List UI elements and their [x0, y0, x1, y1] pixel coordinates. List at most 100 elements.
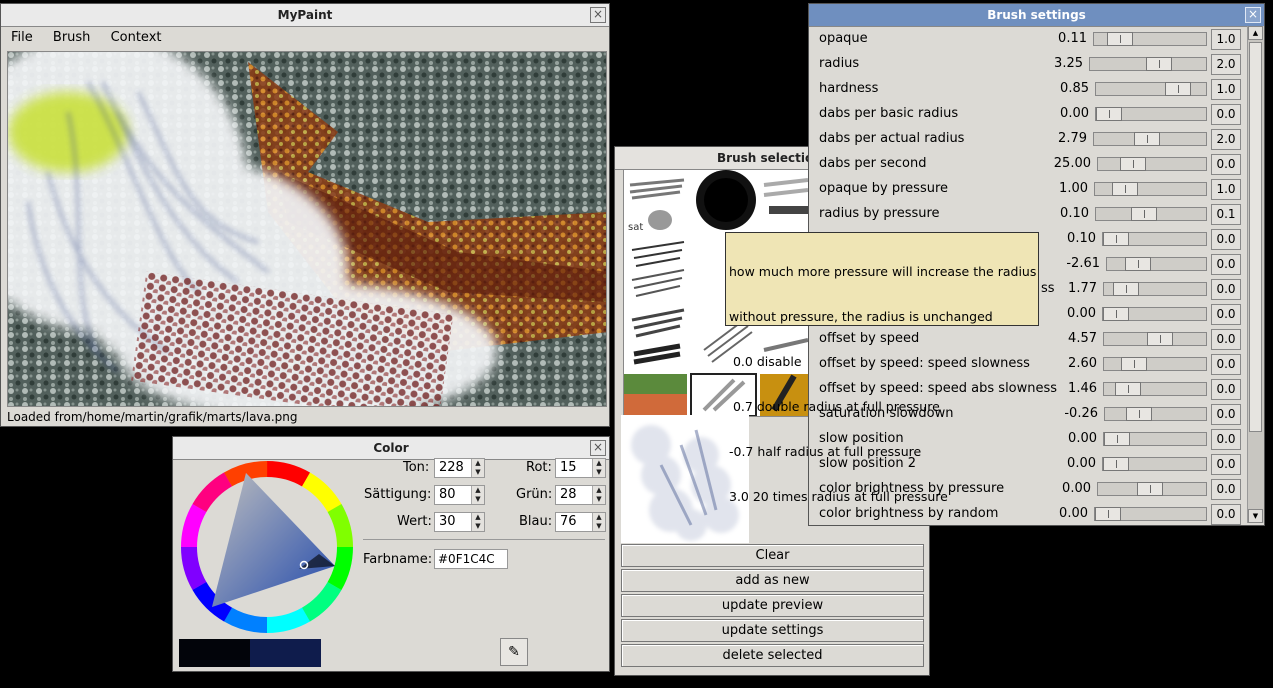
- slider-knob[interactable]: [1120, 157, 1146, 171]
- slider-knob[interactable]: [1103, 307, 1129, 321]
- update-settings-button[interactable]: update settings: [621, 619, 924, 642]
- scrollbar-thumb[interactable]: [1249, 42, 1262, 432]
- scroll-up-icon[interactable]: ▲: [1248, 26, 1263, 40]
- brush-thumb[interactable]: sat: [628, 178, 685, 233]
- setting-value: 3.25: [1054, 56, 1083, 71]
- setting-slider[interactable]: [1095, 207, 1207, 221]
- spin-arrows-icon[interactable]: ▲ ▼: [471, 459, 484, 477]
- spin-arrows-icon[interactable]: ▲ ▼: [471, 513, 484, 531]
- slider-knob[interactable]: [1126, 407, 1152, 421]
- reset-default-button[interactable]: 1.0: [1211, 29, 1241, 50]
- setting-slider[interactable]: [1103, 282, 1207, 296]
- setting-slider[interactable]: [1097, 482, 1207, 496]
- reset-default-button[interactable]: 0.0: [1211, 229, 1241, 250]
- setting-slider[interactable]: [1095, 82, 1207, 96]
- close-icon[interactable]: ×: [590, 7, 606, 23]
- settings-scrollbar[interactable]: ▲ ▼: [1247, 26, 1264, 523]
- update-preview-button[interactable]: update preview: [621, 594, 924, 617]
- reset-default-button[interactable]: 0.0: [1211, 454, 1241, 475]
- setting-slider[interactable]: [1102, 232, 1207, 246]
- reset-default-button[interactable]: 0.0: [1211, 504, 1241, 525]
- slider-knob[interactable]: [1131, 207, 1157, 221]
- setting-slider[interactable]: [1103, 432, 1207, 446]
- slider-knob[interactable]: [1096, 107, 1122, 121]
- slider-knob[interactable]: [1115, 382, 1141, 396]
- mypaint-titlebar[interactable]: MyPaint ×: [1, 4, 609, 27]
- drawing-canvas[interactable]: [7, 51, 607, 407]
- setting-slider[interactable]: [1103, 332, 1207, 346]
- setting-slider[interactable]: [1094, 507, 1207, 521]
- setting-slider[interactable]: [1104, 407, 1207, 421]
- menu-context[interactable]: Context: [105, 26, 168, 50]
- reset-default-button[interactable]: 0.0: [1211, 404, 1241, 425]
- reset-default-button[interactable]: 0.0: [1211, 304, 1241, 325]
- slider-knob[interactable]: [1103, 457, 1129, 471]
- wert-spinner[interactable]: 30 ▲ ▼: [434, 512, 485, 532]
- slider-knob[interactable]: [1112, 182, 1138, 196]
- setting-slider[interactable]: [1093, 32, 1207, 46]
- setting-slider[interactable]: [1095, 107, 1207, 121]
- spin-arrows-icon[interactable]: ▲ ▼: [471, 486, 484, 504]
- slider-knob[interactable]: [1165, 82, 1191, 96]
- reset-default-button[interactable]: 0.0: [1211, 429, 1241, 450]
- reset-default-button[interactable]: 1.0: [1211, 179, 1241, 200]
- setting-slider[interactable]: [1102, 307, 1207, 321]
- spin-arrows-icon[interactable]: ▲ ▼: [592, 513, 605, 531]
- eyedropper-icon[interactable]: ✎: [500, 638, 528, 666]
- saettigung-spinner[interactable]: 80 ▲ ▼: [434, 485, 485, 505]
- blau-spinner[interactable]: 76 ▲ ▼: [555, 512, 606, 532]
- slider-knob[interactable]: [1125, 257, 1151, 271]
- reset-default-button[interactable]: 0.0: [1211, 379, 1241, 400]
- color-wheel[interactable]: [179, 459, 355, 635]
- reset-default-button[interactable]: 0.0: [1211, 279, 1241, 300]
- slider-knob[interactable]: [1137, 482, 1163, 496]
- reset-default-button[interactable]: 1.0: [1211, 79, 1241, 100]
- add-as-new-button[interactable]: add as new: [621, 569, 924, 592]
- reset-default-button[interactable]: 0.0: [1211, 354, 1241, 375]
- slider-knob[interactable]: [1113, 282, 1139, 296]
- setting-label: radius: [819, 56, 860, 71]
- reset-default-button[interactable]: 0.0: [1211, 254, 1241, 275]
- setting-slider[interactable]: [1097, 157, 1207, 171]
- spin-arrows-icon[interactable]: ▲ ▼: [592, 459, 605, 477]
- slider-knob[interactable]: [1103, 232, 1129, 246]
- reset-default-button[interactable]: 0.1: [1211, 204, 1241, 225]
- setting-slider[interactable]: [1103, 357, 1207, 371]
- menu-file[interactable]: File: [5, 26, 39, 50]
- scroll-down-icon[interactable]: ▼: [1248, 509, 1263, 523]
- slider-knob[interactable]: [1104, 432, 1130, 446]
- color-titlebar[interactable]: Color ×: [173, 437, 609, 460]
- slider-knob[interactable]: [1146, 57, 1172, 71]
- ton-spinner[interactable]: 228 ▲ ▼: [434, 458, 485, 478]
- menu-brush[interactable]: Brush: [47, 26, 97, 50]
- clear-button[interactable]: Clear: [621, 544, 924, 567]
- setting-slider[interactable]: [1102, 457, 1207, 471]
- reset-default-button[interactable]: 0.0: [1211, 154, 1241, 175]
- setting-slider[interactable]: [1106, 257, 1207, 271]
- setting-slider[interactable]: [1093, 132, 1207, 146]
- close-icon[interactable]: ×: [590, 440, 606, 456]
- slider-knob[interactable]: [1121, 357, 1147, 371]
- rot-spinner[interactable]: 15 ▲ ▼: [555, 458, 606, 478]
- reset-default-button[interactable]: 0.0: [1211, 104, 1241, 125]
- gruen-spinner[interactable]: 28 ▲ ▼: [555, 485, 606, 505]
- brush-thumb[interactable]: [631, 241, 685, 365]
- slider-knob[interactable]: [1147, 332, 1173, 346]
- reset-default-button[interactable]: 0.0: [1211, 329, 1241, 350]
- reset-default-button[interactable]: 0.0: [1211, 479, 1241, 500]
- reset-default-button[interactable]: 2.0: [1211, 129, 1241, 150]
- reset-default-button[interactable]: 2.0: [1211, 54, 1241, 75]
- delete-selected-button[interactable]: delete selected: [621, 644, 924, 667]
- farbname-input[interactable]: #0F1C4C: [434, 549, 508, 569]
- close-icon[interactable]: ×: [1245, 7, 1261, 23]
- setting-slider[interactable]: [1089, 57, 1207, 71]
- brush-thumb[interactable]: [763, 178, 808, 214]
- brush-settings-titlebar[interactable]: Brush settings ×: [809, 4, 1264, 27]
- brush-thumb[interactable]: [696, 170, 756, 230]
- setting-slider[interactable]: [1094, 182, 1207, 196]
- slider-knob[interactable]: [1095, 507, 1121, 521]
- slider-knob[interactable]: [1134, 132, 1160, 146]
- slider-knob[interactable]: [1107, 32, 1133, 46]
- spin-arrows-icon[interactable]: ▲ ▼: [592, 486, 605, 504]
- setting-slider[interactable]: [1103, 382, 1207, 396]
